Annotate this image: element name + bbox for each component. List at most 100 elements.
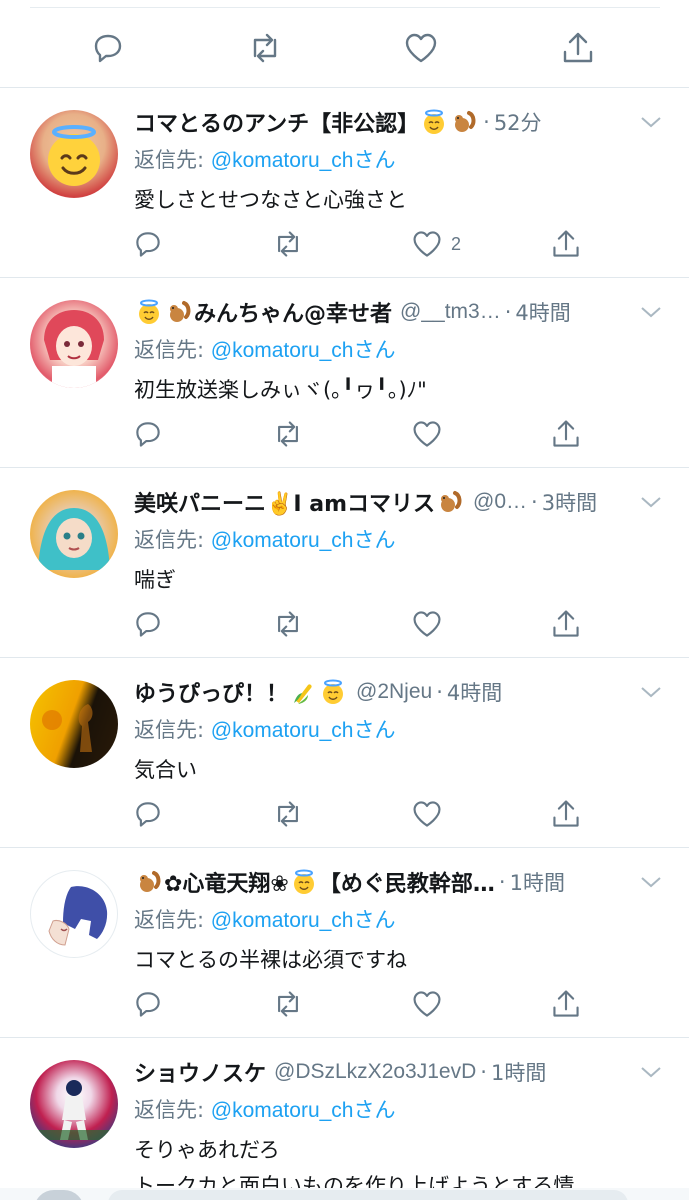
share-icon bbox=[553, 610, 579, 637]
timestamp[interactable]: 4時間 bbox=[515, 297, 570, 327]
retweet-button[interactable] bbox=[271, 988, 305, 1020]
avatar[interactable] bbox=[30, 300, 118, 388]
tweet-text: 喘ぎ bbox=[134, 568, 176, 592]
reply-user-link[interactable]: @komatoru_chさん bbox=[211, 1099, 396, 1122]
like-button[interactable] bbox=[411, 798, 443, 830]
corn-emoji-icon bbox=[290, 679, 316, 705]
display-name[interactable]: ショウノスケ bbox=[134, 1056, 266, 1088]
reply-label: 返信先: bbox=[134, 908, 205, 932]
heart-icon bbox=[413, 231, 441, 257]
avatar[interactable] bbox=[30, 110, 118, 198]
reply-icon bbox=[136, 802, 160, 827]
retweet-button[interactable] bbox=[246, 30, 284, 66]
handle[interactable]: @0… bbox=[473, 490, 527, 514]
separator: · bbox=[531, 490, 538, 514]
reply-context: 返信先: @komatoru_chさん bbox=[134, 1094, 395, 1124]
display-name[interactable]: ゆうぴっぴ！！ bbox=[134, 676, 288, 708]
tweet[interactable]: ショウノスケ @DSzLkzX2o3J1evD · 1時間 返信先: @koma… bbox=[0, 1037, 689, 1200]
retweet-button[interactable] bbox=[271, 418, 305, 450]
reply-button[interactable] bbox=[132, 228, 164, 260]
like-button[interactable] bbox=[411, 608, 443, 640]
timestamp[interactable]: 1時間 bbox=[510, 867, 565, 897]
retweet-icon bbox=[278, 231, 298, 257]
display-name-suffix[interactable]: 【めぐ民教幹部… bbox=[319, 866, 495, 898]
like-count: 2 bbox=[451, 233, 462, 254]
like-button[interactable] bbox=[411, 418, 443, 450]
reply-button[interactable] bbox=[90, 30, 126, 66]
handle[interactable]: @__tm3… bbox=[400, 300, 501, 324]
reply-label: 返信先: bbox=[134, 528, 205, 552]
timeline: コマとるのアンチ【非公認】 · 52分 返信先: @komatoru_chさん … bbox=[0, 0, 689, 1200]
chevron-down-icon[interactable] bbox=[639, 492, 663, 512]
share-button[interactable] bbox=[560, 30, 596, 66]
timestamp[interactable]: 3時間 bbox=[542, 487, 597, 517]
reply-label: 返信先: bbox=[134, 148, 205, 172]
retweet-button[interactable] bbox=[271, 228, 305, 260]
halo-face-icon bbox=[48, 125, 100, 186]
display-name[interactable]: 美咲パニーニ✌️I amコマリス bbox=[134, 486, 435, 518]
share-button[interactable] bbox=[550, 988, 582, 1020]
tweet-text: 気合い bbox=[134, 758, 197, 782]
reply-label: 返信先: bbox=[134, 338, 205, 362]
tweet[interactable]: ゆうぴっぴ！！ @2Njeu · 4時間 返信先: @komatoru_chさん… bbox=[0, 657, 689, 847]
like-button[interactable] bbox=[411, 988, 443, 1020]
reply-button[interactable] bbox=[132, 798, 164, 830]
retweet-button[interactable] bbox=[271, 798, 305, 830]
heart-icon bbox=[405, 33, 437, 63]
chevron-down-icon[interactable] bbox=[639, 1062, 663, 1082]
tweet-text: そりゃあれだろ bbox=[134, 1138, 280, 1162]
share-icon bbox=[563, 32, 593, 63]
reply-context: 返信先: @komatoru_chさん bbox=[134, 524, 395, 554]
anime-girl-icon bbox=[44, 310, 104, 388]
display-name[interactable]: ✿心竜天翔❀ bbox=[164, 866, 289, 898]
like-button[interactable]: 2 bbox=[411, 228, 461, 260]
reply-user-link[interactable]: @komatoru_chさん bbox=[211, 339, 396, 362]
retweet-icon bbox=[278, 991, 298, 1017]
retweet-button[interactable] bbox=[271, 608, 305, 640]
display-name[interactable]: コマとるのアンチ【非公認】 bbox=[134, 106, 419, 138]
avatar[interactable] bbox=[30, 680, 118, 768]
reply-user-link[interactable]: @komatoru_chさん bbox=[211, 529, 396, 552]
reply-icon bbox=[136, 232, 160, 257]
avatar[interactable] bbox=[30, 1060, 118, 1148]
chevron-down-icon[interactable] bbox=[639, 872, 663, 892]
share-button[interactable] bbox=[550, 228, 582, 260]
chipmunk-emoji-icon bbox=[437, 489, 463, 515]
reply-button[interactable] bbox=[132, 608, 164, 640]
avatar[interactable] bbox=[30, 490, 118, 578]
timestamp[interactable]: 52分 bbox=[494, 107, 542, 137]
timestamp[interactable]: 1時間 bbox=[491, 1057, 546, 1087]
reply-user-link[interactable]: @komatoru_chさん bbox=[211, 719, 396, 742]
compose-input[interactable] bbox=[108, 1190, 628, 1200]
chevron-down-icon[interactable] bbox=[639, 112, 663, 132]
like-button[interactable] bbox=[403, 30, 439, 66]
chevron-down-icon[interactable] bbox=[639, 302, 663, 322]
tweet[interactable]: ✿心竜天翔❀ 【めぐ民教幹部… · 1時間 返信先: @komatoru_chさ… bbox=[0, 847, 689, 1037]
chevron-down-icon[interactable] bbox=[639, 682, 663, 702]
share-button[interactable] bbox=[550, 418, 582, 450]
tweet[interactable]: コマとるのアンチ【非公認】 · 52分 返信先: @komatoru_chさん … bbox=[0, 87, 689, 277]
reply-user-link[interactable]: @komatoru_chさん bbox=[211, 149, 396, 172]
reply-context: 返信先: @komatoru_chさん bbox=[134, 334, 395, 364]
tweet-header: コマとるのアンチ【非公認】 · 52分 bbox=[134, 106, 629, 138]
sketch-avatar-icon bbox=[48, 886, 108, 946]
reply-user-link[interactable]: @komatoru_chさん bbox=[211, 909, 396, 932]
share-button[interactable] bbox=[550, 798, 582, 830]
tweet-header: ✿心竜天翔❀ 【めぐ民教幹部… · 1時間 bbox=[134, 866, 629, 898]
separator: · bbox=[480, 1060, 487, 1084]
share-button[interactable] bbox=[550, 608, 582, 640]
reply-button[interactable] bbox=[132, 988, 164, 1020]
retweet-icon bbox=[278, 801, 298, 827]
chipmunk-emoji-icon bbox=[451, 109, 477, 135]
tweet[interactable]: みんちゃん@幸せ者 @__tm3… · 4時間 返信先: @komatoru_c… bbox=[0, 277, 689, 467]
tweet-header: ゆうぴっぴ！！ @2Njeu · 4時間 bbox=[134, 676, 629, 708]
avatar[interactable] bbox=[30, 870, 118, 958]
handle[interactable]: @2Njeu bbox=[356, 680, 432, 704]
display-name[interactable]: みんちゃん@幸せ者 bbox=[194, 296, 392, 328]
reply-context: 返信先: @komatoru_chさん bbox=[134, 904, 395, 934]
separator: · bbox=[483, 110, 490, 134]
handle[interactable]: @DSzLkzX2o3J1evD bbox=[274, 1060, 476, 1084]
timestamp[interactable]: 4時間 bbox=[447, 677, 502, 707]
reply-button[interactable] bbox=[132, 418, 164, 450]
tweet[interactable]: 美咲パニーニ✌️I amコマリス @0… · 3時間 返信先: @komator… bbox=[0, 467, 689, 657]
